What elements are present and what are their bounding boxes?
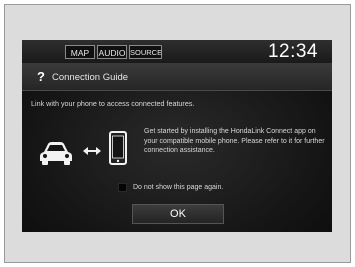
clock: 12:34 <box>267 41 318 62</box>
dialog-title: Connection Guide <box>52 72 129 83</box>
question-mark-icon: ? <box>37 69 45 84</box>
dont-show-again-checkbox[interactable] <box>118 183 127 192</box>
double-arrow-icon <box>83 147 101 155</box>
description-text: Get started by installing the HondaLink … <box>144 128 325 154</box>
dont-show-again-label: Do not show this page again. <box>133 184 224 191</box>
intro-text: Link with your phone to access connected… <box>31 99 195 108</box>
source-button[interactable]: SOURCE <box>129 45 162 59</box>
ok-button[interactable]: OK <box>132 204 224 224</box>
car-icon <box>40 142 72 165</box>
phone-icon <box>109 131 127 165</box>
dialog-header: ? Connection Guide <box>22 64 332 91</box>
page: MAP AUDIO SOURCE 12:34 ? Connection Guid… <box>0 0 355 267</box>
audio-button[interactable]: AUDIO <box>97 45 127 59</box>
map-button[interactable]: MAP <box>65 45 95 59</box>
display-screen: MAP AUDIO SOURCE 12:34 ? Connection Guid… <box>22 40 332 232</box>
top-bar: MAP AUDIO SOURCE 12:34 <box>22 40 332 64</box>
